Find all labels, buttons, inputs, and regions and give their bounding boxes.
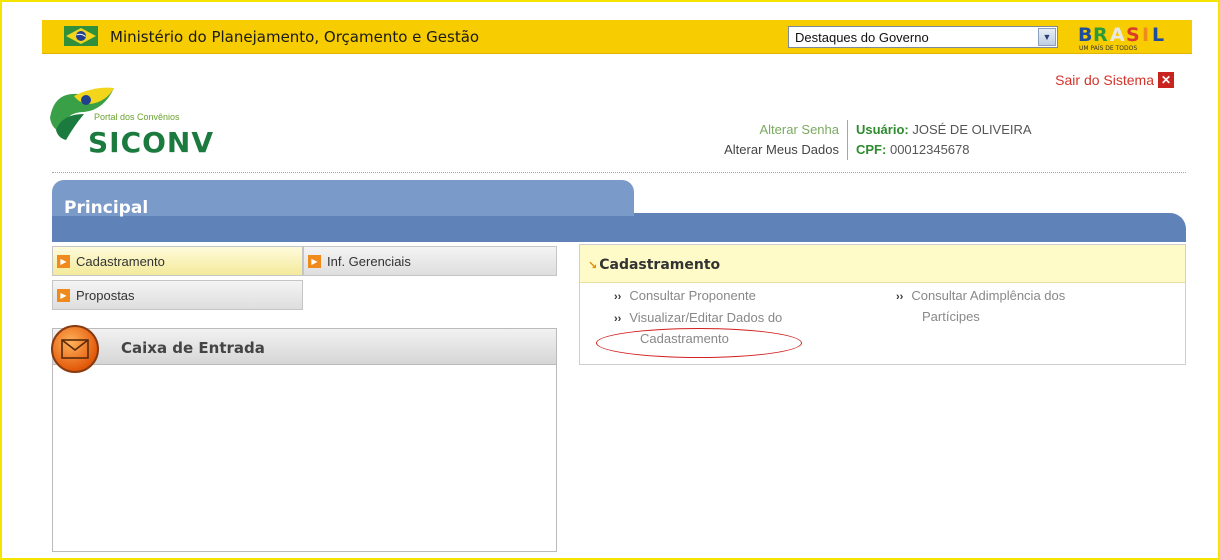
header-divider <box>52 172 1186 173</box>
menu-item-label: Propostas <box>76 287 135 303</box>
menu-item-cadastramento[interactable]: ▶ Cadastramento <box>52 246 303 276</box>
orange-arrow-icon: ▶ <box>57 288 70 302</box>
consultar-proponente-link[interactable]: ›› Consultar Proponente <box>614 286 756 307</box>
orange-arrow-icon: ▶ <box>57 254 70 268</box>
logout-label[interactable]: Sair do Sistema <box>1055 72 1154 88</box>
user-info: Usuário: JOSÉ DE OLIVEIRA CPF: 000123456… <box>856 120 1032 160</box>
menu-item-label: Inf. Gerenciais <box>327 253 411 269</box>
chevron-down-icon[interactable]: ▼ <box>1038 28 1056 46</box>
envelope-icon <box>51 325 99 373</box>
siconv-title: SICONV <box>88 126 215 159</box>
user-links: Alterar Senha Alterar Meus Dados <box>660 120 848 160</box>
brasil-logo[interactable]: B R A S I L UM PAÍS DE TODOS <box>1076 22 1174 52</box>
svg-text:UM PAÍS DE TODOS: UM PAÍS DE TODOS <box>1079 45 1137 52</box>
change-password-link[interactable]: Alterar Senha <box>660 120 840 140</box>
double-chevron-icon: ›› <box>614 313 622 325</box>
inbox-title: Caixa de Entrada <box>121 339 265 357</box>
inbox-panel: Caixa de Entrada <box>51 325 557 552</box>
double-chevron-icon: ›› <box>896 291 904 303</box>
menu-item-label: Cadastramento <box>76 253 165 269</box>
highlight-circle <box>596 328 802 358</box>
tab-principal[interactable]: Principal <box>52 180 634 218</box>
svg-text:L: L <box>1152 24 1164 46</box>
destaques-select-value: Destaques do Governo <box>795 30 929 45</box>
menu-item-propostas[interactable]: ▶ Propostas <box>52 280 303 310</box>
brazil-flag-icon <box>64 26 98 46</box>
link-label-line1: Consultar Adimplência dos <box>911 288 1066 303</box>
panel-title: ↘ Cadastramento <box>588 257 720 273</box>
consultar-adimplencia-link[interactable]: ›› Consultar Adimplência dos Partícipes <box>896 286 1065 327</box>
link-label-line2: Partícipes <box>922 309 980 324</box>
tab-principal-label: Principal <box>64 198 149 218</box>
portal-label: Portal dos Convênios <box>94 112 180 122</box>
user-name: JOSÉ DE OLIVEIRA <box>912 122 1032 137</box>
cpf-label: CPF: <box>856 142 887 157</box>
ministry-link[interactable]: Ministério do Planejamento, Orçamento e … <box>110 28 479 46</box>
panel-header: ↘ Cadastramento <box>580 245 1185 283</box>
menu-item-inf-gerenciais[interactable]: ▶ Inf. Gerenciais <box>303 246 557 276</box>
user-row: Usuário: JOSÉ DE OLIVEIRA <box>856 120 1032 140</box>
destaques-select[interactable]: Destaques do Governo ▼ <box>788 26 1058 48</box>
svg-text:I: I <box>1142 24 1149 46</box>
cpf-value: 00012345678 <box>889 142 970 157</box>
close-icon[interactable]: ✕ <box>1158 72 1174 88</box>
orange-arrow-icon: ↘ <box>588 259 598 272</box>
change-data-link[interactable]: Alterar Meus Dados <box>660 140 839 160</box>
svg-text:S: S <box>1126 24 1140 46</box>
double-chevron-icon: ›› <box>614 291 622 303</box>
government-bar: Ministério do Planejamento, Orçamento e … <box>42 20 1192 54</box>
link-label-line1: Visualizar/Editar Dados do <box>629 310 783 325</box>
inbox-header[interactable]: Caixa de Entrada <box>53 329 556 365</box>
svg-text:B: B <box>1078 24 1092 46</box>
siconv-logo[interactable]: Portal dos Convênios SICONV <box>44 82 244 164</box>
link-label: Consultar Proponente <box>629 288 756 303</box>
principal-bar <box>52 213 1186 242</box>
panel-title-text: Cadastramento <box>599 257 721 273</box>
svg-text:R: R <box>1093 24 1108 46</box>
user-label: Usuário: <box>856 122 909 137</box>
logout-link[interactable]: Sair do Sistema ✕ <box>1055 72 1174 88</box>
orange-arrow-icon: ▶ <box>308 254 321 268</box>
svg-text:A: A <box>1110 24 1125 46</box>
cpf-row: CPF: 00012345678 <box>856 140 1032 160</box>
